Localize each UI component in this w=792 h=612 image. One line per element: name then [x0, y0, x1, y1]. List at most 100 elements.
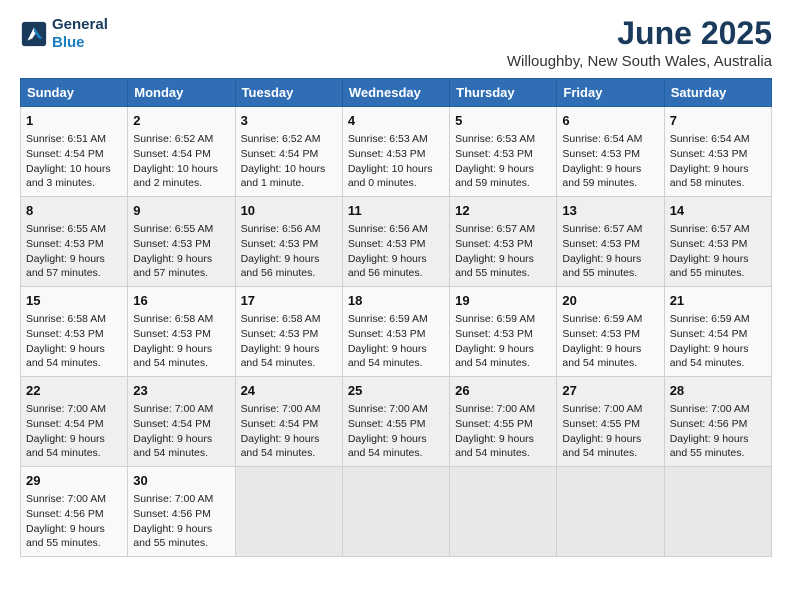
day-info-line: Sunrise: 7:00 AM — [562, 402, 658, 417]
logo-text: General Blue — [52, 16, 108, 52]
header-cell-wednesday: Wednesday — [342, 79, 449, 107]
header: General Blue June 2025 Willoughby, New S… — [20, 16, 772, 70]
day-info-line: and 54 minutes. — [455, 356, 551, 371]
day-info-line: and 56 minutes. — [348, 266, 444, 281]
day-info-line: Daylight: 9 hours — [241, 252, 337, 267]
calendar-cell — [450, 466, 557, 556]
day-info-line: and 55 minutes. — [562, 266, 658, 281]
day-info-line: Sunset: 4:53 PM — [133, 327, 229, 342]
day-number: 22 — [26, 382, 122, 400]
calendar-cell — [664, 466, 771, 556]
day-info-line: Daylight: 9 hours — [562, 342, 658, 357]
day-info-line: Sunrise: 6:57 AM — [562, 222, 658, 237]
day-info-line: Daylight: 10 hours — [26, 162, 122, 177]
day-info-line: Sunset: 4:53 PM — [26, 327, 122, 342]
day-info-line: and 54 minutes. — [670, 356, 766, 371]
day-info-line: and 54 minutes. — [26, 446, 122, 461]
day-info-line: Daylight: 9 hours — [26, 342, 122, 357]
day-number: 26 — [455, 382, 551, 400]
day-info-line: and 54 minutes. — [348, 356, 444, 371]
location: Willoughby, New South Wales, Australia — [507, 53, 772, 70]
day-info-line: Sunrise: 6:59 AM — [670, 312, 766, 327]
day-info-line: Daylight: 9 hours — [455, 162, 551, 177]
day-info-line: Sunset: 4:53 PM — [562, 237, 658, 252]
day-number: 12 — [455, 202, 551, 220]
week-row-5: 29Sunrise: 7:00 AMSunset: 4:56 PMDayligh… — [21, 466, 772, 556]
day-info-line: Daylight: 9 hours — [670, 432, 766, 447]
logo-icon — [20, 20, 48, 48]
calendar-cell: 30Sunrise: 7:00 AMSunset: 4:56 PMDayligh… — [128, 466, 235, 556]
day-number: 7 — [670, 112, 766, 130]
day-info-line: Sunrise: 6:56 AM — [348, 222, 444, 237]
day-info-line: Daylight: 9 hours — [26, 432, 122, 447]
calendar-cell: 23Sunrise: 7:00 AMSunset: 4:54 PMDayligh… — [128, 377, 235, 467]
day-number: 23 — [133, 382, 229, 400]
day-info-line: Daylight: 10 hours — [241, 162, 337, 177]
calendar-cell: 10Sunrise: 6:56 AMSunset: 4:53 PMDayligh… — [235, 197, 342, 287]
day-info-line: Sunrise: 6:54 AM — [562, 132, 658, 147]
day-info-line: Daylight: 9 hours — [348, 432, 444, 447]
day-info-line: and 2 minutes. — [133, 176, 229, 191]
day-info-line: Sunset: 4:54 PM — [670, 327, 766, 342]
day-number: 4 — [348, 112, 444, 130]
day-info-line: and 55 minutes. — [670, 266, 766, 281]
calendar-cell: 21Sunrise: 6:59 AMSunset: 4:54 PMDayligh… — [664, 287, 771, 377]
day-info-line: Sunrise: 7:00 AM — [241, 402, 337, 417]
day-info-line: and 3 minutes. — [26, 176, 122, 191]
header-cell-friday: Friday — [557, 79, 664, 107]
day-info-line: Sunrise: 7:00 AM — [133, 402, 229, 417]
calendar-cell: 3Sunrise: 6:52 AMSunset: 4:54 PMDaylight… — [235, 107, 342, 197]
day-info-line: and 54 minutes. — [133, 356, 229, 371]
day-info-line: and 58 minutes. — [670, 176, 766, 191]
day-info-line: Sunset: 4:56 PM — [133, 507, 229, 522]
day-number: 20 — [562, 292, 658, 310]
day-info-line: Sunset: 4:53 PM — [348, 147, 444, 162]
week-row-4: 22Sunrise: 7:00 AMSunset: 4:54 PMDayligh… — [21, 377, 772, 467]
day-info-line: Daylight: 9 hours — [26, 522, 122, 537]
day-info-line: Sunset: 4:53 PM — [26, 237, 122, 252]
day-info-line: Sunrise: 6:56 AM — [241, 222, 337, 237]
day-number: 1 — [26, 112, 122, 130]
day-info-line: Sunset: 4:55 PM — [455, 417, 551, 432]
day-info-line: and 59 minutes. — [455, 176, 551, 191]
day-info-line: Sunset: 4:53 PM — [562, 327, 658, 342]
calendar-cell: 13Sunrise: 6:57 AMSunset: 4:53 PMDayligh… — [557, 197, 664, 287]
day-number: 28 — [670, 382, 766, 400]
title-area: June 2025 Willoughby, New South Wales, A… — [507, 16, 772, 70]
day-info-line: Sunrise: 6:57 AM — [455, 222, 551, 237]
day-info-line: Daylight: 9 hours — [670, 162, 766, 177]
day-number: 19 — [455, 292, 551, 310]
day-info-line: Daylight: 9 hours — [241, 432, 337, 447]
day-info-line: Sunrise: 6:58 AM — [26, 312, 122, 327]
day-number: 27 — [562, 382, 658, 400]
header-cell-tuesday: Tuesday — [235, 79, 342, 107]
day-number: 24 — [241, 382, 337, 400]
day-info-line: and 54 minutes. — [26, 356, 122, 371]
day-number: 15 — [26, 292, 122, 310]
header-cell-monday: Monday — [128, 79, 235, 107]
week-row-1: 1Sunrise: 6:51 AMSunset: 4:54 PMDaylight… — [21, 107, 772, 197]
day-info-line: and 54 minutes. — [133, 446, 229, 461]
day-info-line: Daylight: 10 hours — [348, 162, 444, 177]
day-number: 13 — [562, 202, 658, 220]
day-info-line: Sunset: 4:55 PM — [348, 417, 444, 432]
day-info-line: Sunset: 4:56 PM — [670, 417, 766, 432]
calendar-cell — [235, 466, 342, 556]
day-info-line: Sunset: 4:53 PM — [455, 327, 551, 342]
day-number: 10 — [241, 202, 337, 220]
day-info-line: Sunrise: 7:00 AM — [133, 492, 229, 507]
day-number: 25 — [348, 382, 444, 400]
day-number: 14 — [670, 202, 766, 220]
header-cell-thursday: Thursday — [450, 79, 557, 107]
day-info-line: Daylight: 9 hours — [455, 252, 551, 267]
day-info-line: Daylight: 9 hours — [562, 162, 658, 177]
day-info-line: Sunrise: 7:00 AM — [455, 402, 551, 417]
day-info-line: and 55 minutes. — [26, 536, 122, 551]
day-number: 6 — [562, 112, 658, 130]
day-info-line: and 54 minutes. — [241, 446, 337, 461]
day-info-line: Sunset: 4:53 PM — [348, 327, 444, 342]
day-info-line: Sunrise: 6:53 AM — [455, 132, 551, 147]
day-number: 3 — [241, 112, 337, 130]
day-info-line: Daylight: 9 hours — [133, 342, 229, 357]
day-info-line: Sunrise: 6:55 AM — [26, 222, 122, 237]
